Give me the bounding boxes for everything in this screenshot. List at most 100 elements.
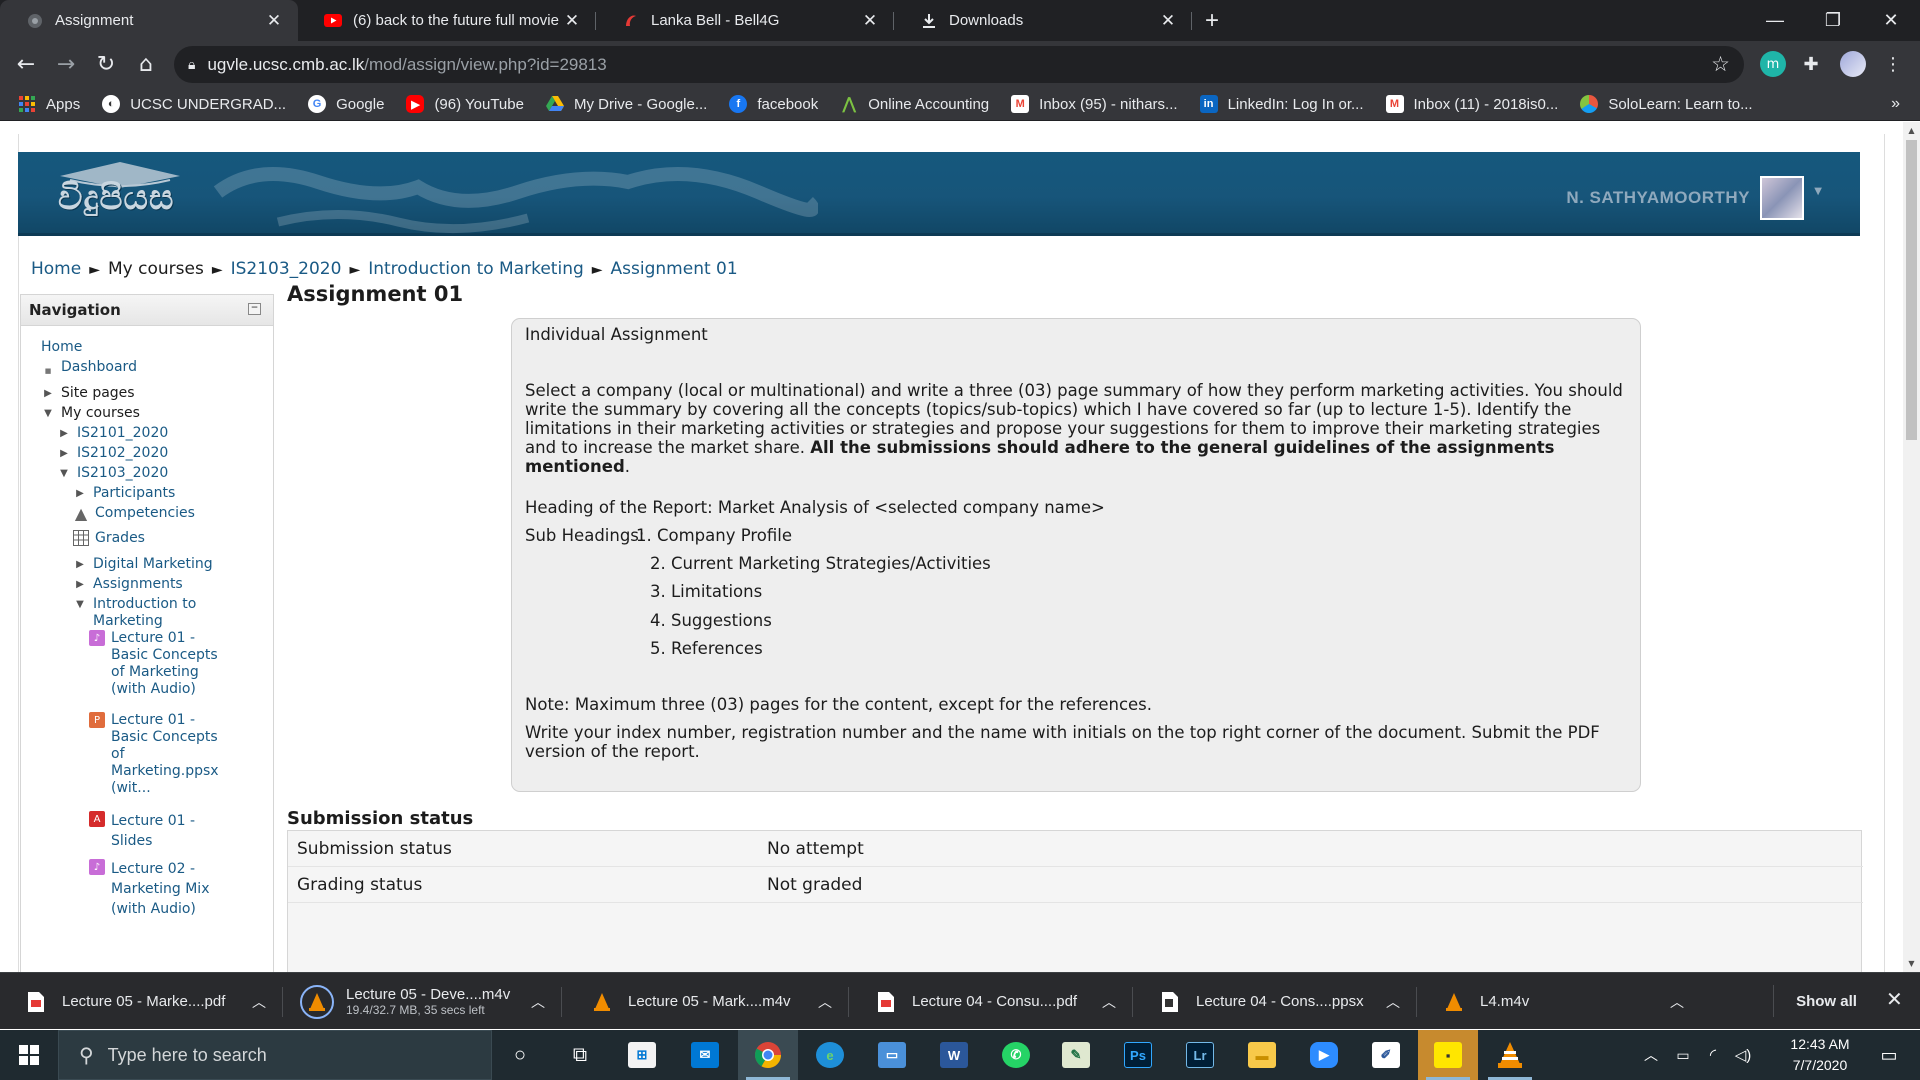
tray-overflow-icon[interactable]: ︿ [1634,1030,1668,1080]
nav-item-is2101[interactable]: ▶ IS2101_2020 [57,425,168,442]
breadcrumb-section[interactable]: Introduction to Marketing [368,259,584,279]
sticky-notes-icon[interactable]: ▪ [1418,1030,1478,1080]
collapse-arrow-icon[interactable]: ▼ [41,405,55,422]
breadcrumb-course[interactable]: IS2103_2020 [231,259,342,279]
chevron-up-icon[interactable]: ︿ [1102,992,1116,1012]
word-icon[interactable]: W [924,1030,984,1080]
desktop-app-icon[interactable]: ▭ [862,1030,922,1080]
nav-item-digital-marketing[interactable]: ▶ Digital Marketing [73,556,213,573]
tab-lankabell[interactable]: Lanka Bell - Bell4G ✕ [596,0,894,41]
chevron-up-icon[interactable]: ︿ [1670,992,1684,1012]
bookmark-inbox-11[interactable]: M Inbox (11) - 2018is0... [1385,95,1558,113]
bookmark-google[interactable]: G Google [308,95,384,113]
restore-icon[interactable]: ❐ [1804,0,1862,41]
nav-item-label[interactable]: IS2103_2020 [77,465,168,482]
close-tab-icon[interactable]: ✕ [562,11,582,31]
nav-item-intro-marketing[interactable]: ▼ Introduction to Marketing [73,596,213,630]
nav-item-label[interactable]: Dashboard [61,359,137,376]
scroll-up-icon[interactable]: ▲ [1903,122,1920,139]
nav-item-label[interactable]: Grades [95,530,145,547]
forward-arrow-icon[interactable]: → [46,45,86,85]
user-name[interactable]: N. SATHYAMOORTHY [1566,188,1750,208]
nav-item-label[interactable]: Participants [93,485,175,502]
chevron-up-icon[interactable]: ︿ [252,992,266,1012]
bookmark-inbox-95[interactable]: M Inbox (95) - nithars... [1011,95,1178,113]
nav-item-lecture01-audio[interactable]: ♪ Lecture 01 - Basic Concepts of Marketi… [89,630,229,698]
close-tab-icon[interactable]: ✕ [860,11,880,31]
nav-item-label[interactable]: Lecture 01 - Basic Concepts of Marketing… [111,712,221,797]
bookmark-drive[interactable]: My Drive - Google... [545,95,707,113]
breadcrumb-assignment[interactable]: Assignment 01 [611,259,738,279]
show-all-button[interactable]: Show all [1773,985,1879,1017]
download-item[interactable]: Lecture 05 - Marke....pdf ︿ [26,973,283,1030]
nav-item-label[interactable]: Digital Marketing [93,556,213,573]
vlc-icon[interactable] [1480,1030,1540,1080]
nav-item-home[interactable]: Home [41,339,82,356]
taskbar-clock[interactable]: 12:43 AM 7/7/2020 [1772,1034,1868,1076]
expand-arrow-icon[interactable]: ▶ [73,556,87,573]
download-item[interactable]: Lecture 04 - Cons....ppsx ︿ [1160,973,1417,1030]
close-shelf-icon[interactable]: ✕ [1886,987,1903,1012]
task-view-icon[interactable]: ⧉ [550,1030,610,1080]
chevron-up-icon[interactable]: ︿ [818,992,832,1012]
chevron-up-icon[interactable]: ︿ [531,992,545,1012]
nav-item-lecture01-ppsx[interactable]: P Lecture 01 - Basic Concepts of Marketi… [89,712,229,797]
nav-item-label[interactable]: IS2102_2020 [77,445,168,462]
edge-icon[interactable]: e [800,1030,860,1080]
close-tab-icon[interactable]: ✕ [1158,11,1178,31]
profile-avatar[interactable] [1840,51,1866,77]
lock-icon[interactable]: 🔒︎ [188,56,195,73]
reload-icon[interactable]: ↻ [86,45,126,85]
nav-item-lecture01-slides[interactable]: A Lecture 01 - Slides [89,811,229,851]
nav-item-is2102[interactable]: ▶ IS2102_2020 [57,445,168,462]
bookmarks-overflow-icon[interactable]: » [1891,95,1900,113]
expand-arrow-icon[interactable]: ▶ [73,485,87,502]
nav-item-label[interactable]: Introduction to Marketing [93,596,213,630]
user-avatar[interactable] [1760,176,1804,220]
bookmark-linkedin[interactable]: in LinkedIn: Log In or... [1199,95,1364,113]
home-icon[interactable]: ⌂ [126,45,166,85]
lightroom-icon[interactable]: Lr [1170,1030,1230,1080]
photoshop-icon[interactable]: Ps [1108,1030,1168,1080]
download-item[interactable]: Lecture 05 - Mark....m4v ︿ [592,973,849,1030]
nav-item-site-pages[interactable]: ▶ Site pages [41,385,134,402]
collapse-arrow-icon[interactable]: ▼ [57,465,71,482]
back-arrow-icon[interactable]: ← [6,45,46,85]
download-item[interactable]: Lecture 05 - Deve....m4v 19.4/32.7 MB, 3… [300,973,562,1030]
scrollbar-thumb[interactable] [1906,140,1917,440]
site-logo[interactable]: විදුපියස [50,158,220,228]
battery-icon[interactable]: ▭ [1668,1030,1698,1080]
nav-item-label[interactable]: Lecture 01 - Slides [111,811,221,851]
bookmark-sololearn[interactable]: SoloLearn: Learn to... [1580,95,1753,113]
nav-item-label[interactable]: Home [41,339,82,356]
extension-m-icon[interactable]: m [1760,51,1786,77]
bookmark-youtube[interactable]: ▶ (96) YouTube [406,95,524,113]
extensions-puzzle-icon[interactable]: ✚ [1798,51,1824,77]
store-icon[interactable]: ⊞ [612,1030,672,1080]
nav-item-is2103[interactable]: ▼ IS2103_2020 [57,465,168,482]
nav-item-dashboard[interactable]: ■ Dashboard [41,359,137,380]
notification-icon[interactable]: ▭ [1866,1040,1912,1070]
nav-item-label[interactable]: Assignments [93,576,183,593]
expand-arrow-icon[interactable]: ▶ [73,576,87,593]
bookmark-ucsc[interactable]: ◐ UCSC UNDERGRAD... [102,95,286,113]
address-bar[interactable]: 🔒︎ ugvle.ucsc.cmb.ac.lk/mod/assign/view.… [174,46,1744,83]
nav-item-competencies[interactable]: ▲ Competencies [73,505,195,522]
download-item[interactable]: L4.m4v ︿ [1444,973,1684,1030]
windows-start-icon[interactable] [0,1030,58,1080]
nav-item-label[interactable]: IS2101_2020 [77,425,168,442]
cortana-icon[interactable]: ○ [490,1030,550,1080]
bookmark-online-accounting[interactable]: ⋀ Online Accounting [840,95,989,114]
tab-youtube[interactable]: (6) back to the future full movie - ✕ [298,0,596,41]
nav-item-label[interactable]: Lecture 01 - Basic Concepts of Marketing… [111,630,221,698]
bookmark-facebook[interactable]: f facebook [729,95,818,113]
scroll-down-icon[interactable]: ▼ [1903,955,1920,972]
volume-icon[interactable]: ◁) [1728,1030,1758,1080]
excel-app-icon[interactable]: ✎ [1046,1030,1106,1080]
page-scrollbar[interactable]: ▲ ▼ [1903,122,1920,972]
tab-downloads[interactable]: Downloads ✕ [894,0,1192,41]
file-explorer-icon[interactable]: ▬ [1232,1030,1292,1080]
download-item[interactable]: Lecture 04 - Consu....pdf ︿ [876,973,1133,1030]
expand-arrow-icon[interactable]: ▶ [57,425,71,442]
whatsapp-icon[interactable]: ✆ [986,1030,1046,1080]
